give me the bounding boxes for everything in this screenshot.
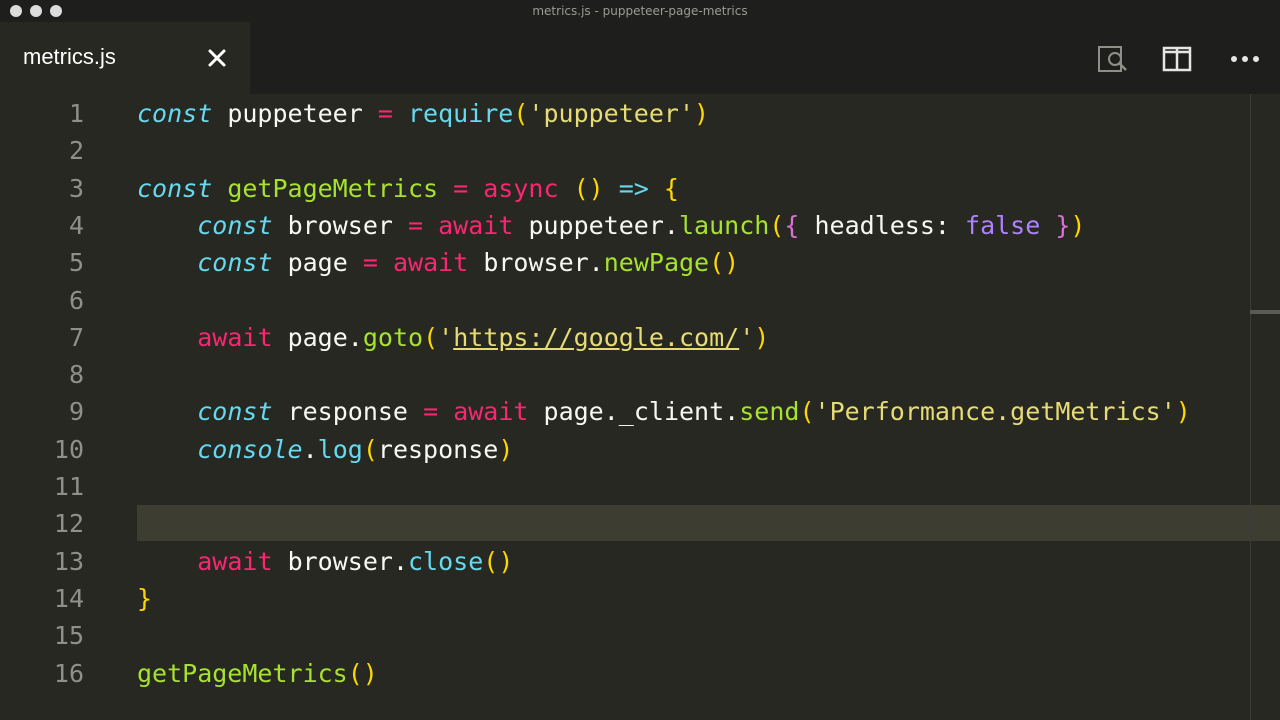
code-line[interactable]: 13 await browser.close()	[0, 543, 1250, 580]
line-code: getPageMetrics()	[137, 658, 378, 688]
maximize-window-button[interactable]	[50, 5, 62, 17]
line-number: 11	[53, 472, 84, 501]
code-editor[interactable]: 1 const puppeteer = require('puppeteer') 2…	[0, 94, 1280, 720]
code-line[interactable]: 1 const puppeteer = require('puppeteer')	[0, 95, 1250, 132]
code-line[interactable]: 4 const browser = await puppeteer.launch…	[0, 207, 1250, 244]
line-number: 15	[53, 621, 84, 651]
line-code: const page = await browser.newPage()	[197, 248, 740, 278]
close-window-button[interactable]	[10, 5, 22, 17]
minimize-window-button[interactable]	[30, 5, 42, 17]
code-line[interactable]: 15	[0, 617, 1250, 654]
code-line[interactable]: 11	[0, 468, 1250, 505]
title-bar: metrics.js - puppeteer-page-metrics	[0, 0, 1280, 22]
line-code: const response = await page._client.send…	[197, 397, 1191, 427]
scroll-position-marker[interactable]	[1250, 310, 1280, 314]
line-number: 8	[68, 360, 84, 390]
tab-metrics-js[interactable]: metrics.js	[0, 22, 250, 94]
line-number: 13	[53, 546, 84, 576]
line-number: 4	[68, 210, 84, 240]
line-number: 16	[53, 658, 84, 688]
code-line[interactable]: 3 const getPageMetrics = async () => {	[0, 170, 1250, 207]
line-number: 1	[68, 99, 84, 128]
line-number: 14	[53, 583, 84, 613]
line-code: await browser.close()	[197, 546, 514, 576]
code-line[interactable]: 14}	[0, 580, 1250, 617]
code-line[interactable]: 6	[0, 282, 1250, 319]
code-line[interactable]: 2	[0, 132, 1250, 169]
vertical-scrollbar[interactable]	[1250, 94, 1280, 720]
split-editor-icon[interactable]	[1160, 42, 1194, 76]
line-number: 9	[68, 397, 84, 427]
line-code: const getPageMetrics = async () => {	[137, 173, 679, 203]
window-controls	[10, 5, 62, 17]
tab-label: metrics.js	[23, 44, 116, 69]
code-line[interactable]: 7 await page.goto('https://google.com/')	[0, 319, 1250, 356]
close-icon[interactable]	[203, 44, 231, 72]
open-changes-icon[interactable]	[1096, 42, 1130, 76]
code-line[interactable]: 16 getPageMetrics()	[0, 655, 1250, 692]
code-line[interactable]: 8	[0, 356, 1250, 393]
more-actions-icon[interactable]	[1228, 42, 1262, 76]
line-number: 2	[68, 136, 84, 166]
line-code: await page.goto('https://google.com/')	[197, 322, 770, 352]
line-number: 3	[68, 173, 84, 203]
code-line[interactable]: 10 console.log(response)	[0, 431, 1250, 468]
window-title: metrics.js - puppeteer-page-metrics	[532, 4, 748, 18]
line-number: 6	[68, 285, 84, 315]
line-number: 7	[68, 322, 84, 352]
line-code: console.log(response)	[197, 434, 514, 464]
code-line[interactable]: 5 const page = await browser.newPage()	[0, 244, 1250, 281]
line-number: 12	[53, 509, 84, 539]
code-line[interactable]: 9 const response = await page._client.se…	[0, 393, 1250, 430]
line-number: 5	[68, 248, 84, 278]
line-code: }	[137, 583, 153, 613]
line-number: 10	[53, 434, 84, 464]
line-code: const puppeteer = require('puppeteer')	[137, 99, 710, 128]
code-line[interactable]: 12	[0, 505, 1250, 542]
line-code: const browser = await puppeteer.launch({…	[197, 210, 1086, 240]
tab-bar: metrics.js	[0, 22, 1280, 94]
